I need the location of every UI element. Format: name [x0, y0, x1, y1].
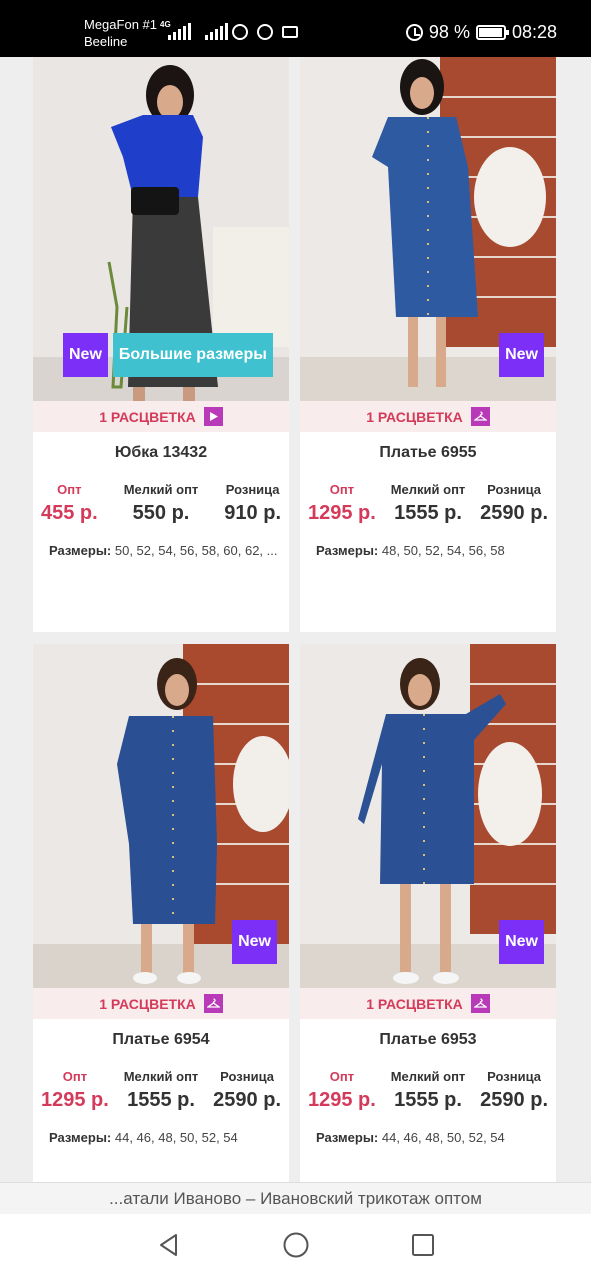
clock: 08:28 [511, 22, 557, 42]
hanger-icon [203, 994, 223, 1013]
sber-icon [257, 24, 273, 40]
sizes-label: Размеры: [49, 1130, 112, 1145]
sizes-label: Размеры: [49, 543, 112, 558]
sizes-row: Размеры: 44, 46, 48, 50, 52, 54 [33, 1130, 283, 1145]
badge-group: New Большие размеры [63, 333, 273, 377]
price-table: Опт 1295 р. Мелкий опт 1555 р. Розница 2590… [300, 1069, 556, 1112]
price-retail: 2590 р. [480, 1089, 548, 1111]
sizes-row: Размеры: 50, 52, 54, 56, 58, 60, 62, ... [33, 543, 283, 558]
colorway-label: 1 РАСЦВЕТКА [366, 995, 463, 1012]
colorway-row[interactable]: 1 РАСЦВЕТКА [33, 401, 289, 432]
price-small-wholesale: 1555 р. [394, 502, 462, 524]
sizes-value: 48, 50, 52, 54, 56, 58 [381, 543, 505, 558]
alarm-icon [405, 24, 423, 41]
product-info: Юбка 13432 Опт 455 р. Мелкий опт 550 р. Ро… [33, 432, 289, 632]
back-icon[interactable] [156, 1232, 182, 1263]
price-label-retail: Розница [225, 482, 280, 497]
sizes-value: 44, 46, 48, 50, 52, 54 [381, 1130, 505, 1145]
price-retail: 910 р. [224, 502, 281, 524]
price-label-retail: Розница [487, 1069, 541, 1084]
system-nav-bar [0, 1214, 591, 1280]
price-wholesale: 1295 р. [41, 1089, 109, 1111]
price-label-wholesale: Опт [62, 1069, 88, 1084]
price-label-wholesale: Опт [329, 482, 355, 497]
price-retail: 2590 р. [480, 502, 548, 524]
price-small-wholesale: 1555 р. [127, 1089, 195, 1111]
message-icon [282, 26, 298, 38]
price-label-retail: Розница [487, 482, 541, 497]
hanger-icon [470, 994, 490, 1013]
price-small-wholesale: 550 р. [132, 502, 190, 524]
price-label-retail: Розница [220, 1069, 274, 1084]
product-title[interactable]: Платье 6953 [300, 1031, 556, 1049]
battery-percent: 98 % [428, 22, 470, 42]
new-badge: New [499, 920, 544, 964]
price-table: Опт 1295 р. Мелкий опт 1555 р. Розница 2590… [33, 1069, 289, 1112]
sizes-row: Размеры: 44, 46, 48, 50, 52, 54 [300, 1130, 550, 1145]
colorway-row[interactable]: 1 РАСЦВЕТКА [300, 401, 556, 432]
badge-group: New [499, 333, 544, 377]
home-icon[interactable] [282, 1231, 310, 1264]
product-card[interactable]: New 1 РАСЦВЕТКА Платье 6955 Опт 1295 р. М… [300, 57, 556, 632]
product-card[interactable]: New 1 РАСЦВЕТКА Платье 6954 Опт 1295 р. М… [33, 644, 289, 1182]
price-wholesale: 1295 р. [308, 1089, 376, 1111]
product-title[interactable]: Юбка 13432 [33, 444, 289, 462]
product-photo[interactable]: New Большие размеры [33, 57, 289, 401]
new-badge: New [499, 333, 544, 377]
colorway-label: 1 РАСЦВЕТКА [366, 408, 463, 425]
new-badge: New [232, 920, 277, 964]
colorway-row[interactable]: 1 РАСЦВЕТКА [33, 988, 289, 1019]
price-label-small-wholesale: Мелкий опт [123, 482, 199, 497]
sizes-row: Размеры: 48, 50, 52, 54, 56, 58 [300, 543, 550, 558]
product-card[interactable]: New 1 РАСЦВЕТКА Платье 6953 Опт 1295 р. М… [300, 644, 556, 1182]
price-table: Опт 1295 р. Мелкий опт 1555 р. Розница 2590… [300, 482, 556, 525]
colorway-row[interactable]: 1 РАСЦВЕТКА [300, 988, 556, 1019]
price-wholesale: 1295 р. [308, 502, 376, 524]
price-retail: 2590 р. [213, 1089, 281, 1111]
hanger-icon [470, 407, 490, 426]
colorway-label: 1 РАСЦВЕТКА [99, 995, 196, 1012]
status-right: 98 % 08:28 [405, 22, 557, 43]
price-label-small-wholesale: Мелкий опт [390, 1069, 466, 1084]
price-wholesale: 455 р. [41, 502, 98, 524]
sizes-label: Размеры: [316, 1130, 379, 1145]
play-icon [203, 407, 223, 426]
page-title-bar[interactable]: ...атали Иваново – Ивановский трикотаж о… [0, 1182, 591, 1214]
sizes-value: 44, 46, 48, 50, 52, 54 [114, 1130, 238, 1145]
product-title[interactable]: Платье 6955 [300, 444, 556, 462]
price-table: Опт 455 р. Мелкий опт 550 р. Розница 910 р. [33, 482, 289, 525]
colorway-label: 1 РАСЦВЕТКА [99, 408, 196, 425]
product-info: Платье 6955 Опт 1295 р. Мелкий опт 1555 р.… [300, 432, 556, 632]
product-info: Платье 6953 Опт 1295 р. Мелкий опт 1555 р.… [300, 1019, 556, 1182]
price-label-small-wholesale: Мелкий опт [390, 482, 466, 497]
sizes-label: Размеры: [316, 543, 379, 558]
sizes-value: 50, 52, 54, 56, 58, 60, 62, ... [114, 543, 278, 558]
price-label-small-wholesale: Мелкий опт [123, 1069, 199, 1084]
signal-icon-2 [205, 22, 228, 40]
price-label-wholesale: Опт [57, 482, 82, 497]
badge-group: New [232, 920, 277, 964]
carrier-info: MegaFon #1 Beeline [84, 16, 157, 50]
new-badge: New [63, 333, 108, 377]
product-photo[interactable]: New [300, 644, 556, 988]
recents-icon[interactable] [410, 1232, 436, 1263]
battery-icon [475, 25, 509, 40]
product-photo[interactable]: New [33, 644, 289, 988]
signal-icon [168, 22, 191, 40]
carrier-2: Beeline [84, 34, 128, 49]
plus-size-badge: Большие размеры [112, 333, 273, 377]
product-title[interactable]: Платье 6954 [33, 1031, 289, 1049]
product-card[interactable]: New Большие размеры 1 РАСЦВЕТКА Юбка 134… [33, 57, 289, 632]
carrier-1: MegaFon #1 [84, 17, 157, 32]
page-title: ...атали Иваново – Ивановский трикотаж о… [109, 1189, 482, 1208]
product-photo[interactable]: New [300, 57, 556, 401]
price-label-wholesale: Опт [329, 1069, 355, 1084]
product-grid: New Большие размеры 1 РАСЦВЕТКА Юбка 134… [0, 57, 591, 1182]
product-info: Платье 6954 Опт 1295 р. Мелкий опт 1555 р.… [33, 1019, 289, 1182]
viber-icon [232, 24, 248, 40]
badge-group: New [499, 920, 544, 964]
price-small-wholesale: 1555 р. [394, 1089, 462, 1111]
status-bar: MegaFon #1 Beeline 4G 98 % 08:28 [0, 0, 591, 57]
